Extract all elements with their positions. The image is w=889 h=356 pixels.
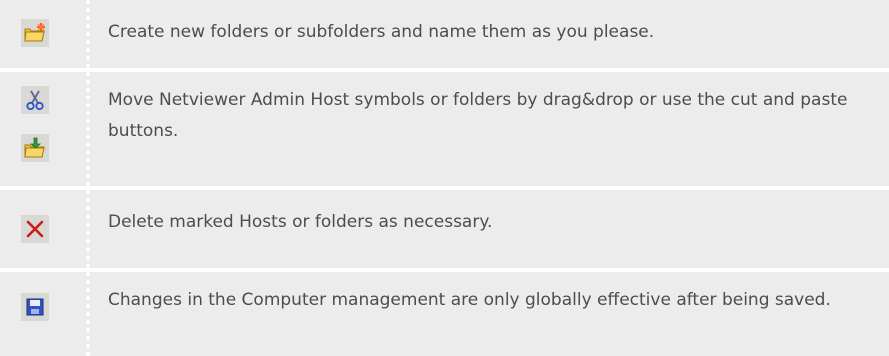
row-description: Create new folders or subfolders and nam… — [108, 22, 655, 42]
delete-button[interactable] — [21, 215, 49, 243]
icon-cell — [0, 0, 90, 68]
table-row: Create new folders or subfolders and nam… — [0, 0, 889, 68]
new-folder-button[interactable] — [21, 19, 49, 47]
row-description: Changes in the Computer management are o… — [108, 290, 831, 310]
icon-cell — [0, 272, 90, 356]
icon-cell — [0, 190, 90, 268]
cut-button[interactable] — [21, 86, 49, 114]
toolbar-help-table: Create new folders or subfolders and nam… — [0, 0, 889, 356]
delete-icon — [26, 220, 44, 238]
row-description: Move Netviewer Admin Host symbols or fol… — [108, 90, 848, 141]
icon-cell — [0, 72, 90, 186]
save-button[interactable] — [21, 293, 49, 321]
table-row: Changes in the Computer management are o… — [0, 272, 889, 356]
paste-button[interactable] — [21, 134, 49, 162]
table-row: Move Netviewer Admin Host symbols or fol… — [0, 72, 889, 186]
cut-icon — [26, 90, 44, 111]
row-description: Delete marked Hosts or folders as necess… — [108, 212, 493, 232]
paste-folder-icon — [24, 137, 45, 158]
table-row: Delete marked Hosts or folders as necess… — [0, 190, 889, 268]
save-icon — [26, 298, 44, 316]
new-folder-icon — [24, 23, 45, 42]
